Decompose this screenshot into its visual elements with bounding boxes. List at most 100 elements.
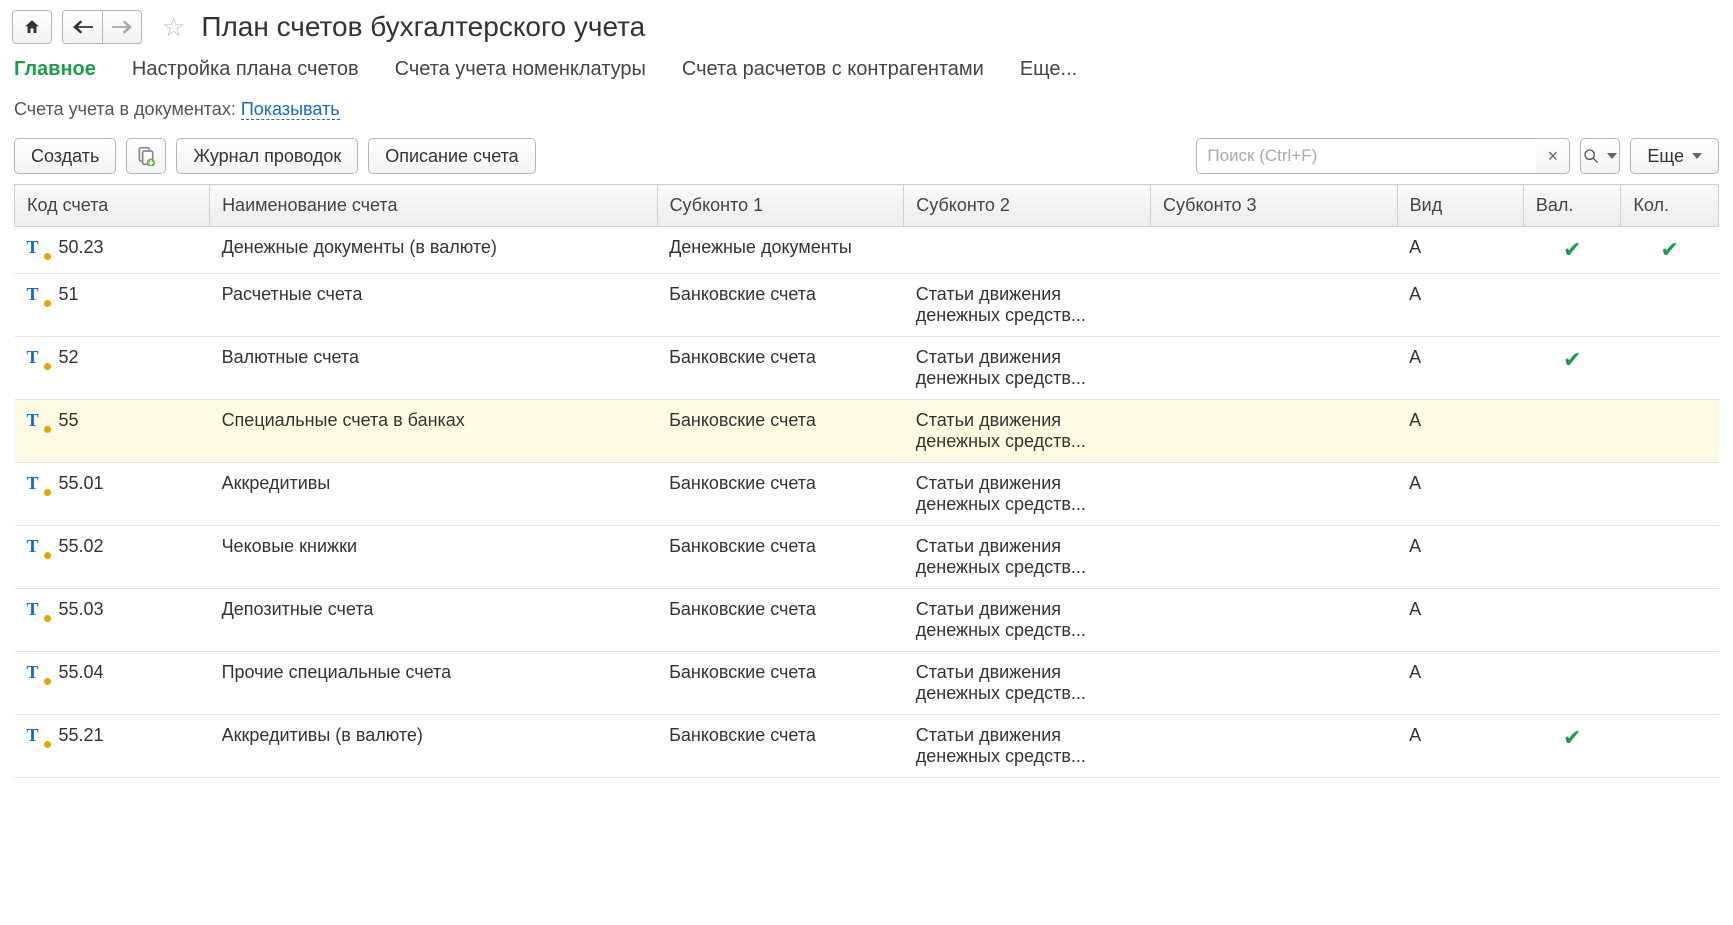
- cell-name: Специальные счета в банках: [210, 400, 658, 463]
- cell-val: [1523, 463, 1621, 526]
- cell-name: Аккредитивы (в валюте): [210, 715, 658, 778]
- account-icon: T: [27, 662, 47, 683]
- cell-val: [1523, 652, 1621, 715]
- cell-kol: [1621, 400, 1719, 463]
- table-row[interactable]: T55.03Депозитные счетаБанковские счетаСт…: [15, 589, 1719, 652]
- tab-4[interactable]: Еще...: [1020, 58, 1077, 81]
- accounts-in-docs-link[interactable]: Показывать: [241, 99, 340, 120]
- account-icon: T: [27, 347, 47, 368]
- search-input[interactable]: [1196, 138, 1536, 174]
- cell-val: [1523, 589, 1621, 652]
- cell-sub2: Статьи движения денежных средств...: [904, 337, 1151, 400]
- description-button[interactable]: Описание счета: [368, 138, 535, 174]
- cell-sub1: Банковские счета: [657, 337, 904, 400]
- col-name[interactable]: Наименование счета: [210, 185, 658, 227]
- cell-vid: А: [1397, 274, 1523, 337]
- cell-val: [1523, 526, 1621, 589]
- col-kol[interactable]: Кол.: [1621, 185, 1719, 227]
- cell-sub2: Статьи движения денежных средств...: [904, 400, 1151, 463]
- table-row[interactable]: T50.23Денежные документы (в валюте)Денеж…: [15, 227, 1719, 274]
- cell-sub3: [1150, 337, 1397, 400]
- account-icon: T: [27, 536, 47, 557]
- check-icon: ✔: [1563, 725, 1581, 750]
- cell-code: 55.02: [59, 536, 104, 557]
- cell-kol: [1621, 526, 1719, 589]
- arrow-right-icon: [112, 20, 132, 34]
- account-icon: T: [27, 473, 47, 494]
- magnifier-icon: [1583, 148, 1599, 164]
- cell-sub1: Банковские счета: [657, 715, 904, 778]
- cell-sub1: Банковские счета: [657, 400, 904, 463]
- cell-name: Валютные счета: [210, 337, 658, 400]
- home-button[interactable]: [12, 10, 52, 44]
- cell-vid: А: [1397, 463, 1523, 526]
- account-icon: T: [27, 599, 47, 620]
- cell-code: 55.21: [59, 725, 104, 746]
- table-row[interactable]: T55.02Чековые книжкиБанковские счетаСтат…: [15, 526, 1719, 589]
- more-button[interactable]: Еще: [1630, 138, 1719, 174]
- cell-kol: [1621, 589, 1719, 652]
- favorite-star-icon[interactable]: ☆: [162, 12, 185, 43]
- cell-vid: А: [1397, 526, 1523, 589]
- back-button[interactable]: [62, 10, 102, 44]
- search-mode-button[interactable]: [1580, 138, 1620, 174]
- tab-1[interactable]: Настройка плана счетов: [132, 58, 359, 81]
- cell-sub3: [1150, 274, 1397, 337]
- cell-code: 51: [59, 284, 79, 305]
- col-sub3[interactable]: Субконто 3: [1150, 185, 1397, 227]
- tab-2[interactable]: Счета учета номенклатуры: [395, 58, 646, 81]
- cell-sub2: Статьи движения денежных средств...: [904, 589, 1151, 652]
- cell-sub1: Банковские счета: [657, 652, 904, 715]
- copy-icon-button[interactable]: [126, 138, 166, 174]
- cell-val: [1523, 274, 1621, 337]
- col-sub1[interactable]: Субконто 1: [657, 185, 904, 227]
- cell-vid: А: [1397, 227, 1523, 274]
- col-code[interactable]: Код счета: [15, 185, 210, 227]
- cell-name: Чековые книжки: [210, 526, 658, 589]
- check-icon: ✔: [1563, 347, 1581, 372]
- cell-vid: А: [1397, 652, 1523, 715]
- cell-sub3: [1150, 227, 1397, 274]
- search-clear-button[interactable]: ×: [1536, 138, 1570, 174]
- cell-val: ✔: [1523, 715, 1621, 778]
- cell-val: ✔: [1523, 337, 1621, 400]
- cell-vid: А: [1397, 337, 1523, 400]
- cell-sub2: Статьи движения денежных средств...: [904, 274, 1151, 337]
- forward-button[interactable]: [102, 10, 142, 44]
- table-row[interactable]: T55.01АккредитивыБанковские счетаСтатьи …: [15, 463, 1719, 526]
- table-row[interactable]: T51Расчетные счетаБанковские счетаСтатьи…: [15, 274, 1719, 337]
- cell-sub1: Банковские счета: [657, 589, 904, 652]
- tab-3[interactable]: Счета расчетов с контрагентами: [682, 58, 984, 81]
- cell-code: 55.01: [59, 473, 104, 494]
- cell-code: 55: [59, 410, 79, 431]
- cell-val: [1523, 400, 1621, 463]
- table-row[interactable]: T52Валютные счетаБанковские счетаСтатьи …: [15, 337, 1719, 400]
- cell-kol: [1621, 274, 1719, 337]
- table-row[interactable]: T 55 Специальные счета в банкахБанковские …: [15, 400, 1719, 463]
- cell-name: Расчетные счета: [210, 274, 658, 337]
- cell-sub3: [1150, 715, 1397, 778]
- col-vid[interactable]: Вид: [1397, 185, 1523, 227]
- cell-sub2: Статьи движения денежных средств...: [904, 526, 1151, 589]
- cell-kol: [1621, 337, 1719, 400]
- check-icon: ✔: [1660, 237, 1678, 262]
- accounts-in-docs-line: Счета учета в документах: Показывать: [0, 95, 1733, 134]
- account-icon: T: [27, 410, 47, 431]
- arrow-left-icon: [73, 20, 93, 34]
- tab-0[interactable]: Главное: [14, 58, 96, 81]
- cell-name: Прочие специальные счета: [210, 652, 658, 715]
- create-button[interactable]: Создать: [14, 138, 116, 174]
- cell-name: Депозитные счета: [210, 589, 658, 652]
- cell-val: ✔: [1523, 227, 1621, 274]
- cell-name: Денежные документы (в валюте): [210, 227, 658, 274]
- table-row[interactable]: T55.21Аккредитивы (в валюте)Банковские с…: [15, 715, 1719, 778]
- account-icon: T: [27, 284, 47, 305]
- cell-sub3: [1150, 463, 1397, 526]
- col-val[interactable]: Вал.: [1523, 185, 1621, 227]
- col-sub2[interactable]: Субконто 2: [904, 185, 1151, 227]
- table-row[interactable]: T55.04Прочие специальные счетаБанковские…: [15, 652, 1719, 715]
- home-icon: [23, 18, 41, 36]
- cell-sub3: [1150, 589, 1397, 652]
- accounts-in-docs-prefix: Счета учета в документах:: [14, 99, 241, 119]
- journal-button[interactable]: Журнал проводок: [176, 138, 358, 174]
